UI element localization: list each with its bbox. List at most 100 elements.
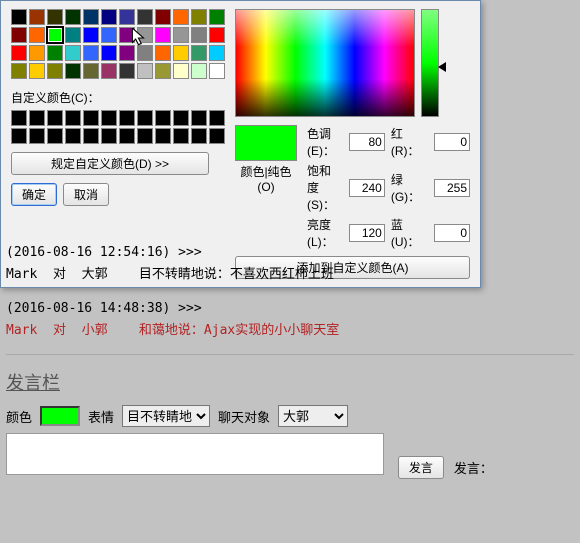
target-label: 聊天对象 bbox=[218, 407, 270, 426]
basic-color-swatch[interactable] bbox=[155, 27, 171, 43]
basic-color-swatch[interactable] bbox=[101, 45, 117, 61]
custom-colors-grid bbox=[11, 110, 225, 144]
basic-color-swatch[interactable] bbox=[137, 45, 153, 61]
custom-color-swatch[interactable] bbox=[137, 110, 153, 126]
sat-input[interactable] bbox=[349, 179, 385, 197]
target-select[interactable]: 大郭 bbox=[278, 405, 348, 427]
custom-color-swatch[interactable] bbox=[155, 110, 171, 126]
basic-color-swatch[interactable] bbox=[29, 27, 45, 43]
custom-color-swatch[interactable] bbox=[209, 110, 225, 126]
basic-color-swatch[interactable] bbox=[137, 9, 153, 25]
divider bbox=[6, 354, 574, 355]
custom-color-swatch[interactable] bbox=[65, 128, 81, 144]
spec-custom-button[interactable]: 规定自定义颜色(D) >> bbox=[11, 152, 209, 175]
basic-color-swatch[interactable] bbox=[137, 63, 153, 79]
basic-color-swatch[interactable] bbox=[11, 45, 27, 61]
custom-color-swatch[interactable] bbox=[191, 110, 207, 126]
custom-color-swatch[interactable] bbox=[47, 110, 63, 126]
basic-color-swatch[interactable] bbox=[11, 63, 27, 79]
basic-color-swatch[interactable] bbox=[137, 27, 153, 43]
color-label: 颜色 bbox=[6, 407, 32, 426]
basic-color-swatch[interactable] bbox=[83, 45, 99, 61]
basic-color-swatch[interactable] bbox=[119, 63, 135, 79]
basic-color-swatch[interactable] bbox=[83, 27, 99, 43]
custom-color-swatch[interactable] bbox=[119, 110, 135, 126]
custom-color-swatch[interactable] bbox=[11, 128, 27, 144]
message-timestamp: (2016-08-16 14:48:38) >>> bbox=[6, 298, 574, 320]
cancel-button[interactable]: 取消 bbox=[63, 183, 109, 206]
basic-color-swatch[interactable] bbox=[191, 9, 207, 25]
basic-color-swatch[interactable] bbox=[65, 27, 81, 43]
luminance-bar[interactable] bbox=[421, 9, 439, 117]
basic-color-swatch[interactable] bbox=[119, 27, 135, 43]
basic-color-swatch[interactable] bbox=[191, 63, 207, 79]
basic-color-swatch[interactable] bbox=[65, 9, 81, 25]
custom-color-swatch[interactable] bbox=[191, 128, 207, 144]
basic-color-swatch[interactable] bbox=[119, 9, 135, 25]
color-preview bbox=[235, 125, 297, 161]
basic-color-swatch[interactable] bbox=[173, 45, 189, 61]
custom-color-swatch[interactable] bbox=[29, 128, 45, 144]
basic-color-swatch[interactable] bbox=[47, 27, 63, 43]
custom-color-swatch[interactable] bbox=[47, 128, 63, 144]
custom-color-swatch[interactable] bbox=[29, 110, 45, 126]
basic-color-swatch[interactable] bbox=[119, 45, 135, 61]
basic-color-swatch[interactable] bbox=[209, 45, 225, 61]
basic-color-swatch[interactable] bbox=[101, 63, 117, 79]
basic-color-swatch[interactable] bbox=[65, 63, 81, 79]
basic-color-swatch[interactable] bbox=[29, 63, 45, 79]
hue-input[interactable] bbox=[349, 133, 385, 151]
chat-message: (2016-08-16 12:54:16) >>>Mark 对 大郭 目不转睛地… bbox=[6, 242, 574, 286]
color-swatch[interactable] bbox=[40, 406, 80, 426]
custom-color-swatch[interactable] bbox=[173, 128, 189, 144]
basic-color-swatch[interactable] bbox=[83, 9, 99, 25]
basic-color-swatch[interactable] bbox=[29, 45, 45, 61]
basic-color-swatch[interactable] bbox=[191, 27, 207, 43]
custom-color-swatch[interactable] bbox=[137, 128, 153, 144]
basic-color-swatch[interactable] bbox=[47, 45, 63, 61]
custom-color-swatch[interactable] bbox=[83, 110, 99, 126]
green-input[interactable] bbox=[434, 179, 470, 197]
basic-color-swatch[interactable] bbox=[209, 63, 225, 79]
basic-color-swatch[interactable] bbox=[83, 63, 99, 79]
custom-color-swatch[interactable] bbox=[101, 128, 117, 144]
custom-color-swatch[interactable] bbox=[65, 110, 81, 126]
basic-color-swatch[interactable] bbox=[155, 45, 171, 61]
basic-color-swatch[interactable] bbox=[155, 63, 171, 79]
custom-colors-label: 自定义颜色(C)： bbox=[11, 89, 225, 106]
basic-color-swatch[interactable] bbox=[47, 63, 63, 79]
ok-button[interactable]: 确定 bbox=[11, 183, 57, 206]
message-body: 和蔼地说：Ajax实现的小小聊天室 bbox=[139, 323, 339, 338]
expression-select[interactable]: 目不转睛地 bbox=[122, 405, 210, 427]
custom-color-swatch[interactable] bbox=[209, 128, 225, 144]
basic-color-swatch[interactable] bbox=[101, 9, 117, 25]
basic-color-swatch[interactable] bbox=[155, 9, 171, 25]
basic-color-swatch[interactable] bbox=[173, 63, 189, 79]
basic-color-swatch[interactable] bbox=[191, 45, 207, 61]
basic-color-swatch[interactable] bbox=[173, 27, 189, 43]
send-button[interactable]: 发言 bbox=[398, 456, 444, 479]
message-sender: Mark 对 大郭 bbox=[6, 267, 139, 282]
basic-color-swatch[interactable] bbox=[47, 9, 63, 25]
basic-color-swatch[interactable] bbox=[29, 9, 45, 25]
basic-colors-grid bbox=[11, 9, 225, 79]
basic-color-swatch[interactable] bbox=[173, 9, 189, 25]
basic-color-swatch[interactable] bbox=[209, 27, 225, 43]
red-input[interactable] bbox=[434, 133, 470, 151]
expression-label: 表情 bbox=[88, 407, 114, 426]
basic-color-swatch[interactable] bbox=[101, 27, 117, 43]
chat-page: (2016-08-16 12:54:16) >>>Mark 对 大郭 目不转睛地… bbox=[0, 226, 580, 479]
custom-color-swatch[interactable] bbox=[101, 110, 117, 126]
basic-color-swatch[interactable] bbox=[11, 9, 27, 25]
basic-color-swatch[interactable] bbox=[209, 9, 225, 25]
color-gradient[interactable] bbox=[235, 9, 415, 117]
custom-color-swatch[interactable] bbox=[155, 128, 171, 144]
message-textarea[interactable] bbox=[6, 433, 384, 475]
custom-color-swatch[interactable] bbox=[11, 110, 27, 126]
custom-color-swatch[interactable] bbox=[83, 128, 99, 144]
custom-color-swatch[interactable] bbox=[173, 110, 189, 126]
chat-message: (2016-08-16 14:48:38) >>>Mark 对 小郭 和蔼地说：… bbox=[6, 298, 574, 342]
basic-color-swatch[interactable] bbox=[11, 27, 27, 43]
basic-color-swatch[interactable] bbox=[65, 45, 81, 61]
custom-color-swatch[interactable] bbox=[119, 128, 135, 144]
